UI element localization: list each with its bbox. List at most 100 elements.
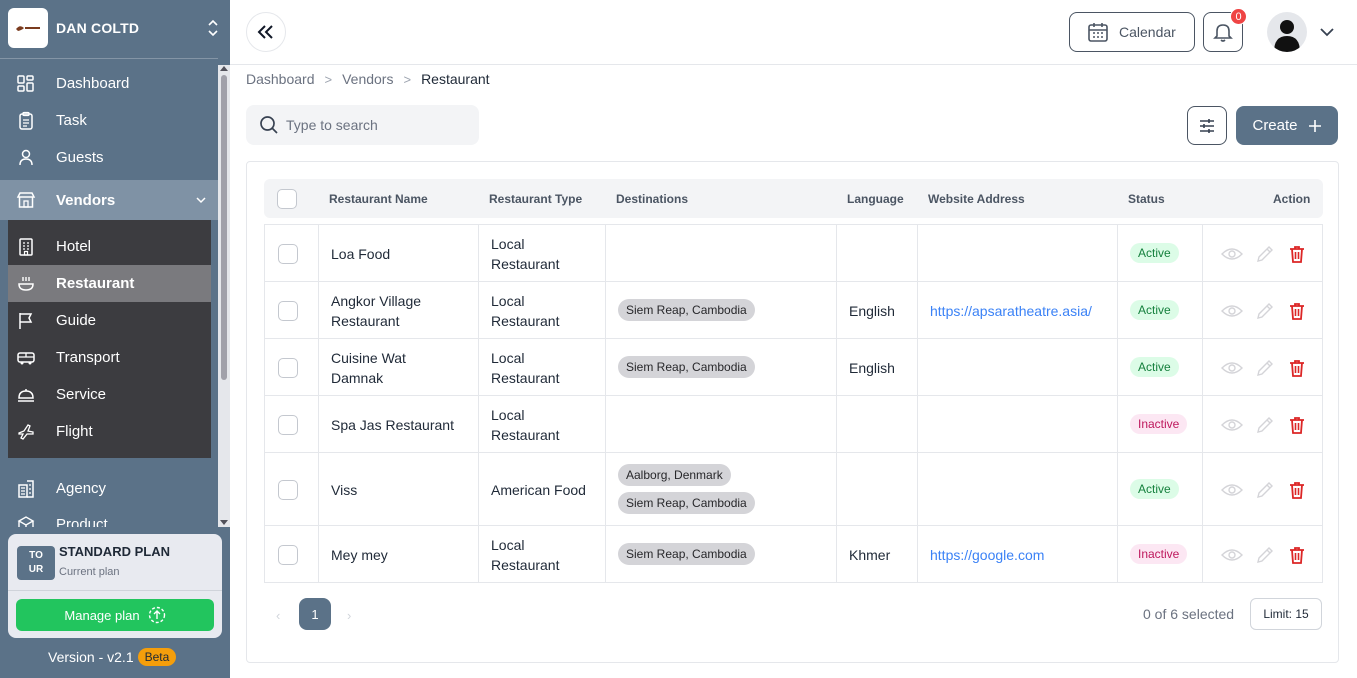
chevron-down-icon[interactable]: [194, 193, 208, 207]
sidebar-item-vendors[interactable]: Vendors: [0, 180, 218, 220]
sidebar-item-product[interactable]: Product: [0, 506, 218, 527]
column-header[interactable]: Language: [847, 192, 904, 206]
sidebar-item-hotel[interactable]: Hotel: [8, 228, 211, 265]
create-button[interactable]: Create: [1236, 106, 1338, 145]
row-checkbox[interactable]: [278, 479, 298, 500]
sidebar-item-label: Service: [56, 386, 107, 403]
destination-chip: Siem Reap, Cambodia: [618, 542, 755, 565]
table-row: Spa Jas Restaurant Local Restaurant Inactiv…: [264, 396, 1323, 453]
scroll-up-arrow-icon[interactable]: [220, 66, 228, 71]
page-button[interactable]: 1: [299, 598, 331, 630]
sidebar: DAN COLTD Dashboard Task Guests Vendors …: [0, 0, 230, 678]
website-link[interactable]: https://google.com: [930, 545, 1044, 565]
restaurant-name-line: Viss: [331, 481, 358, 498]
sidebar-item-service[interactable]: Service: [8, 376, 211, 413]
row-checkbox[interactable]: [278, 544, 298, 565]
edit-icon[interactable]: [1255, 244, 1275, 264]
table-cell: [917, 339, 1117, 395]
delete-icon[interactable]: [1287, 415, 1307, 435]
collapse-sidebar-button[interactable]: [246, 12, 286, 52]
column-header[interactable]: Website Address: [928, 192, 1025, 206]
plan-divider: [8, 590, 222, 591]
scrollbar-thumb[interactable]: [221, 75, 227, 380]
chevron-down-icon[interactable]: [1319, 25, 1335, 39]
column-header[interactable]: Destinations: [616, 192, 688, 206]
sidebar-scrollbar[interactable]: [218, 65, 230, 527]
status-badge: Active: [1130, 242, 1179, 263]
page-limit-select[interactable]: Limit: 15: [1250, 598, 1322, 630]
view-icon[interactable]: [1221, 417, 1243, 433]
table-cell: [917, 453, 1117, 525]
column-header[interactable]: Status: [1128, 192, 1165, 206]
filter-button[interactable]: [1187, 106, 1227, 145]
sidebar-item-flight[interactable]: Flight: [8, 413, 211, 450]
delete-icon[interactable]: [1287, 545, 1307, 565]
search-input[interactable]: [286, 117, 466, 133]
restaurant-type: Local Restaurant: [491, 234, 559, 274]
edit-icon[interactable]: [1255, 480, 1275, 500]
table-cell: [917, 225, 1117, 281]
language: English: [849, 359, 895, 376]
select-all-checkbox[interactable]: [277, 189, 297, 209]
sidebar-item-transport[interactable]: Transport: [8, 339, 211, 376]
website-link[interactable]: https://apsaratheatre.asia/: [930, 301, 1092, 321]
sidebar-item-task[interactable]: Task: [0, 102, 218, 139]
column-header[interactable]: Restaurant Type: [489, 192, 582, 206]
calendar-button[interactable]: Calendar: [1069, 12, 1195, 52]
column-header[interactable]: Restaurant Name: [329, 192, 428, 206]
clipboard-icon: [19, 111, 33, 130]
row-checkbox[interactable]: [278, 357, 298, 378]
avatar[interactable]: [1267, 12, 1307, 52]
sidebar-item-restaurant[interactable]: Restaurant: [8, 265, 211, 302]
destination-chip: Siem Reap, Cambodia: [618, 298, 755, 321]
sidebar-item-guests[interactable]: Guests: [0, 139, 218, 176]
breadcrumb-vendors[interactable]: Vendors: [342, 71, 393, 87]
next-page-button[interactable]: ›: [347, 608, 351, 623]
sidebar-item-label: Transport: [56, 349, 120, 366]
view-icon[interactable]: [1221, 547, 1243, 563]
sidebar-item-dashboard[interactable]: Dashboard: [0, 65, 218, 102]
table-cell: https://apsaratheatre.asia/: [917, 282, 1117, 338]
edit-icon[interactable]: [1255, 301, 1275, 321]
search-box[interactable]: [246, 105, 479, 145]
view-icon[interactable]: [1221, 482, 1243, 498]
chevron-up-down-icon[interactable]: [206, 18, 220, 38]
breadcrumb-current: Restaurant: [421, 71, 490, 87]
view-icon[interactable]: [1221, 303, 1243, 319]
table-cell: Siem Reap, Cambodia: [605, 526, 836, 582]
table-cell: [917, 396, 1117, 452]
view-icon[interactable]: [1221, 246, 1243, 262]
flag-icon: [19, 313, 33, 329]
table-cell: Aalborg, Denmark Siem Reap, Cambodia: [605, 453, 836, 525]
table-cell: Local Restaurant: [478, 339, 605, 395]
restaurant-type-line: American Food: [491, 481, 586, 498]
view-icon[interactable]: [1221, 360, 1243, 376]
row-actions: [1221, 244, 1307, 264]
delete-icon[interactable]: [1287, 480, 1307, 500]
scroll-down-arrow-icon[interactable]: [220, 520, 228, 525]
table-cell: Viss: [318, 453, 478, 525]
upgrade-icon: [148, 606, 165, 624]
table-row: Angkor Village Restaurant Local Restaurant S…: [264, 282, 1323, 339]
manage-plan-button[interactable]: Manage plan: [16, 599, 214, 631]
edit-icon[interactable]: [1255, 358, 1275, 378]
table-cell: Spa Jas Restaurant: [318, 396, 478, 452]
org-switcher[interactable]: DAN COLTD: [8, 8, 222, 48]
sidebar-item-label: Restaurant: [56, 275, 135, 292]
delete-icon[interactable]: [1287, 244, 1307, 264]
sidebar-item-label: Guide: [56, 312, 97, 329]
sidebar-item-guide[interactable]: Guide: [8, 302, 211, 339]
row-actions: [1221, 301, 1307, 321]
breadcrumb-dashboard[interactable]: Dashboard: [246, 71, 315, 87]
row-checkbox[interactable]: [278, 414, 298, 435]
restaurant-name-line: Angkor Village: [331, 292, 422, 309]
prev-page-button[interactable]: ‹: [276, 608, 280, 623]
edit-icon[interactable]: [1255, 415, 1275, 435]
row-checkbox[interactable]: [278, 300, 298, 321]
row-actions: [1221, 480, 1307, 500]
delete-icon[interactable]: [1287, 301, 1307, 321]
row-checkbox[interactable]: [278, 243, 298, 264]
edit-icon[interactable]: [1255, 545, 1275, 565]
sidebar-item-agency[interactable]: Agency: [0, 470, 218, 507]
delete-icon[interactable]: [1287, 358, 1307, 378]
